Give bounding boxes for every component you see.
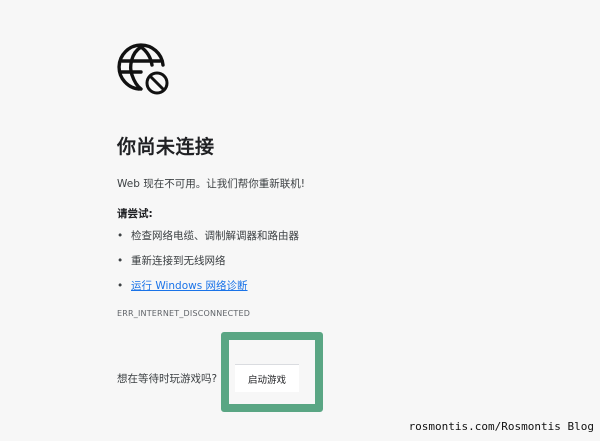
suggestion-text: 重新连接到无线网络 — [131, 255, 226, 267]
offline-error-page: 你尚未连接 Web 现在不可用。让我们帮你重新联机! 请尝试: 检查网络电缆、调… — [0, 0, 600, 441]
suggestion-item-reconnect-wifi: 重新连接到无线网络 — [117, 249, 299, 274]
globe-blocked-icon — [115, 41, 171, 97]
watermark: rosmontis.com/Rosmontis Blog — [408, 420, 594, 433]
try-label: 请尝试: — [117, 208, 153, 220]
suggestion-list: 检查网络电缆、调制解调器和路由器 重新连接到无线网络 运行 Windows 网络… — [117, 224, 299, 299]
suggestion-item-run-diagnostics: 运行 Windows 网络诊断 — [117, 274, 299, 299]
suggestion-item-check-cables: 检查网络电缆、调制解调器和路由器 — [117, 224, 299, 249]
error-code: ERR_INTERNET_DISCONNECTED — [117, 309, 251, 318]
page-title: 你尚未连接 — [117, 136, 215, 158]
suggestion-text: 检查网络电缆、调制解调器和路由器 — [131, 230, 299, 242]
network-diagnostics-link[interactable]: 运行 Windows 网络诊断 — [131, 280, 248, 292]
start-game-button[interactable]: 启动游戏 — [235, 364, 299, 392]
page-subtitle: Web 现在不可用。让我们帮你重新联机! — [117, 178, 305, 190]
game-prompt: 想在等待时玩游戏吗? — [117, 373, 218, 385]
